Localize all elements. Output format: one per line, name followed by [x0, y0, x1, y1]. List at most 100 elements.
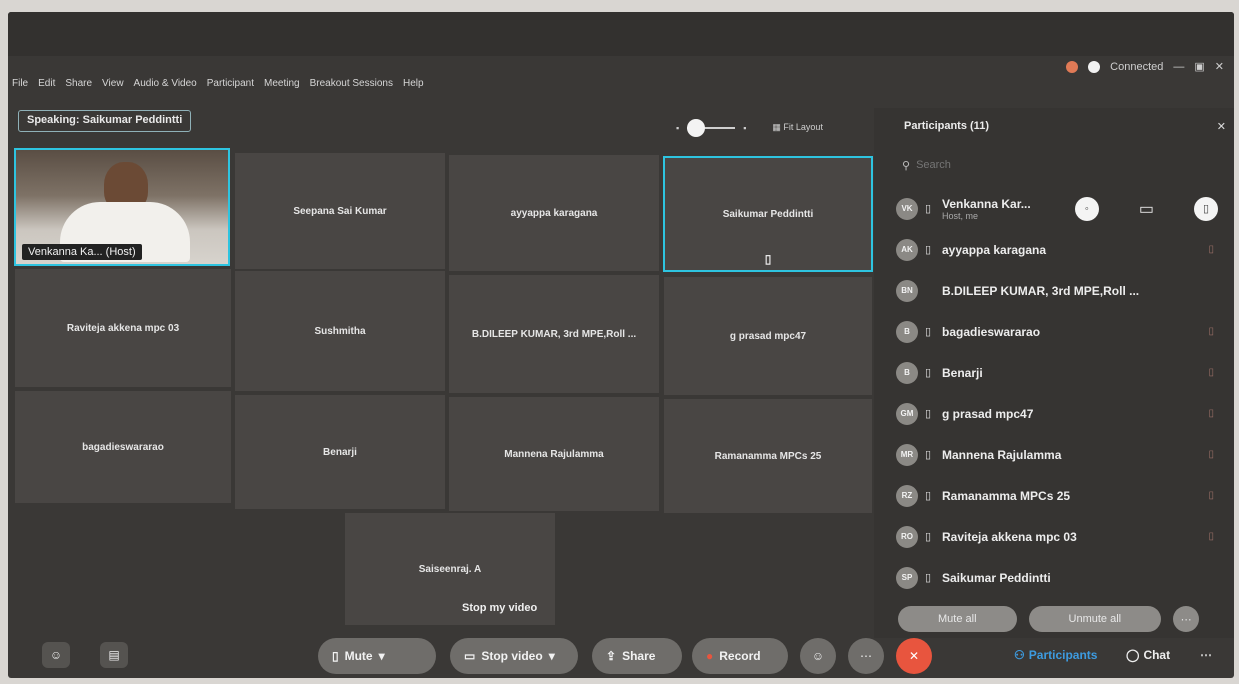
list-item[interactable]: BN B.DILEEP KUMAR, 3rd MPE,Roll ...: [896, 270, 1226, 311]
tile-name: Saikumar Peddintti: [722, 208, 814, 220]
end-call-icon[interactable]: ✕: [896, 638, 932, 674]
mic-icon[interactable]: ▯: [922, 243, 934, 256]
panel-close-icon[interactable]: ✕: [1217, 120, 1226, 133]
menu-meeting[interactable]: Meeting: [264, 78, 300, 89]
chat-tab[interactable]: ◯ Chat: [1126, 648, 1170, 662]
captions-icon[interactable]: ▤: [100, 642, 128, 668]
participants-tab[interactable]: ⚇ Participants: [1014, 648, 1097, 662]
reactions-icon[interactable]: ☺: [42, 642, 70, 668]
share-button[interactable]: ⇪ Share: [592, 638, 682, 674]
reactions-button-icon[interactable]: ☺: [800, 638, 836, 674]
list-item[interactable]: B ▯ bagadieswararao ▯: [896, 311, 1226, 352]
muted-mic-icon[interactable]: ▯: [1208, 326, 1214, 337]
layout-button[interactable]: ▦ Fit Layout: [772, 122, 823, 133]
camera-icon[interactable]: ▭: [1139, 199, 1154, 219]
tile-name: Benarji: [323, 446, 357, 458]
more-panels-icon[interactable]: ⋯: [1200, 648, 1212, 662]
list-item[interactable]: GM ▯ g prasad mpc47 ▯: [896, 393, 1226, 434]
connection-status[interactable]: Connected: [1110, 61, 1163, 73]
participant-name: Venkanna Kar... Host, me: [942, 197, 1031, 221]
mic-icon[interactable]: ▯: [922, 489, 934, 502]
more-icon[interactable]: ◦: [1074, 196, 1099, 221]
mic-icon[interactable]: ▯: [922, 366, 934, 379]
chevron-down-icon[interactable]: ▾: [549, 649, 555, 663]
list-item[interactable]: VK ▯ Venkanna Kar... Host, me ◦ ▭ ▯: [896, 188, 1226, 229]
mic-icon[interactable]: ▯: [922, 448, 934, 461]
participant-list: VK ▯ Venkanna Kar... Host, me ◦ ▭ ▯ AK ▯ …: [896, 188, 1226, 598]
list-item[interactable]: RZ ▯ Ramanamma MPCs 25 ▯: [896, 475, 1226, 516]
more-options-icon[interactable]: ⋯: [1173, 606, 1200, 632]
participant-name: Benarji: [942, 365, 983, 380]
speaking-prefix: Speaking:: [27, 114, 80, 126]
video-tile[interactable]: Mannena Rajulamma: [448, 396, 660, 512]
panel-actions: Mute all Unmute all ⋯: [898, 606, 1200, 632]
mic-icon[interactable]: ▯: [922, 571, 934, 584]
list-item[interactable]: SP ▯ Saikumar Peddintti: [896, 557, 1226, 598]
participants-title: Participants (11): [904, 120, 989, 132]
list-item[interactable]: B ▯ Benarji ▯: [896, 352, 1226, 393]
stop-video-label: Stop video: [481, 649, 543, 663]
slider-track[interactable]: [687, 118, 736, 137]
muted-mic-icon[interactable]: ▯: [1208, 408, 1214, 419]
minimize-icon[interactable]: —: [1173, 61, 1184, 73]
muted-mic-icon[interactable]: ▯: [1208, 490, 1214, 501]
mic-icon[interactable]: ▯: [922, 325, 934, 338]
menu-share[interactable]: Share: [65, 78, 92, 89]
slider-knob[interactable]: [687, 118, 706, 137]
video-size-slider[interactable]: ▪ ▪ ▦ Fit Layout: [676, 118, 823, 137]
more-icon[interactable]: ⋯: [848, 638, 884, 674]
info-icon[interactable]: [1088, 60, 1101, 73]
stop-video-button[interactable]: ▭ Stop video ▾: [450, 638, 578, 674]
tile-name: Seepana Sai Kumar: [293, 205, 387, 217]
self-video-tile[interactable]: Venkanna Ka... (Host): [14, 148, 230, 266]
participant-search[interactable]: ⚲: [902, 154, 1202, 176]
maximize-icon[interactable]: ▣: [1194, 60, 1204, 73]
mic-toggle-icon[interactable]: ▯: [1194, 196, 1218, 221]
record-label: Record: [719, 649, 761, 663]
grid-small-icon: ▪: [676, 122, 680, 133]
participants-panel: Participants (11) ✕ ⚲ VK ▯ Venkanna Kar.…: [874, 108, 1234, 638]
video-tile[interactable]: B.DILEEP KUMAR, 3rd MPE,Roll ...: [448, 274, 660, 394]
menu-view[interactable]: View: [102, 78, 124, 89]
menu-edit[interactable]: Edit: [38, 78, 55, 89]
window-controls: Connected — ▣ ✕: [1066, 60, 1224, 73]
mic-icon[interactable]: ▯: [922, 202, 934, 215]
record-button[interactable]: ● Record: [692, 638, 788, 674]
muted-mic-icon[interactable]: ▯: [1208, 449, 1214, 460]
menu-audio-video[interactable]: Audio & Video: [134, 78, 197, 89]
avatar: B: [896, 361, 918, 384]
mute-button[interactable]: ▯ Mute ▾: [318, 638, 436, 674]
meeting-window: Connected — ▣ ✕ File Edit Share View Aud…: [8, 12, 1234, 678]
mic-icon[interactable]: ▯: [922, 530, 934, 543]
search-icon: ⚲: [902, 159, 911, 172]
self-tile-label: Venkanna Ka... (Host): [22, 244, 142, 260]
video-tile[interactable]: Ramanamma MPCs 25: [663, 398, 873, 514]
menu-file[interactable]: File: [12, 78, 28, 89]
video-tile[interactable]: Seepana Sai Kumar: [234, 152, 446, 270]
mute-all-button[interactable]: Mute all: [898, 606, 1017, 632]
muted-mic-icon[interactable]: ▯: [1208, 531, 1214, 542]
tile-name: bagadieswararao: [82, 441, 164, 453]
list-item[interactable]: AK ▯ ayyappa karagana ▯: [896, 229, 1226, 270]
muted-mic-icon[interactable]: ▯: [1208, 244, 1214, 255]
participants-tab-label: Participants: [1028, 648, 1098, 662]
menu-participant[interactable]: Participant: [207, 78, 254, 89]
video-tile[interactable]: g prasad mpc47: [663, 276, 873, 396]
search-input[interactable]: [916, 159, 1117, 171]
video-tile[interactable]: bagadieswararao: [14, 390, 232, 504]
chevron-down-icon[interactable]: ▾: [379, 649, 385, 663]
video-tile[interactable]: Raviteja akkena mpc 03: [14, 268, 232, 388]
active-speaker-tile[interactable]: Saikumar Peddintti ▯: [663, 156, 873, 272]
muted-mic-icon[interactable]: ▯: [1208, 367, 1214, 378]
mic-icon[interactable]: ▯: [922, 407, 934, 420]
menu-help[interactable]: Help: [403, 78, 424, 89]
unmute-all-button[interactable]: Unmute all: [1028, 606, 1162, 632]
video-tile[interactable]: ayyappa karagana: [448, 154, 660, 272]
video-tile[interactable]: Sushmitha: [234, 270, 446, 392]
list-item[interactable]: MR ▯ Mannena Rajulamma ▯: [896, 434, 1226, 475]
tile-name: Raviteja akkena mpc 03: [66, 322, 180, 334]
list-item[interactable]: RO ▯ Raviteja akkena mpc 03 ▯: [896, 516, 1226, 557]
video-tile[interactable]: Benarji: [234, 394, 446, 510]
menu-breakout-sessions[interactable]: Breakout Sessions: [310, 78, 393, 89]
close-icon[interactable]: ✕: [1215, 60, 1224, 73]
